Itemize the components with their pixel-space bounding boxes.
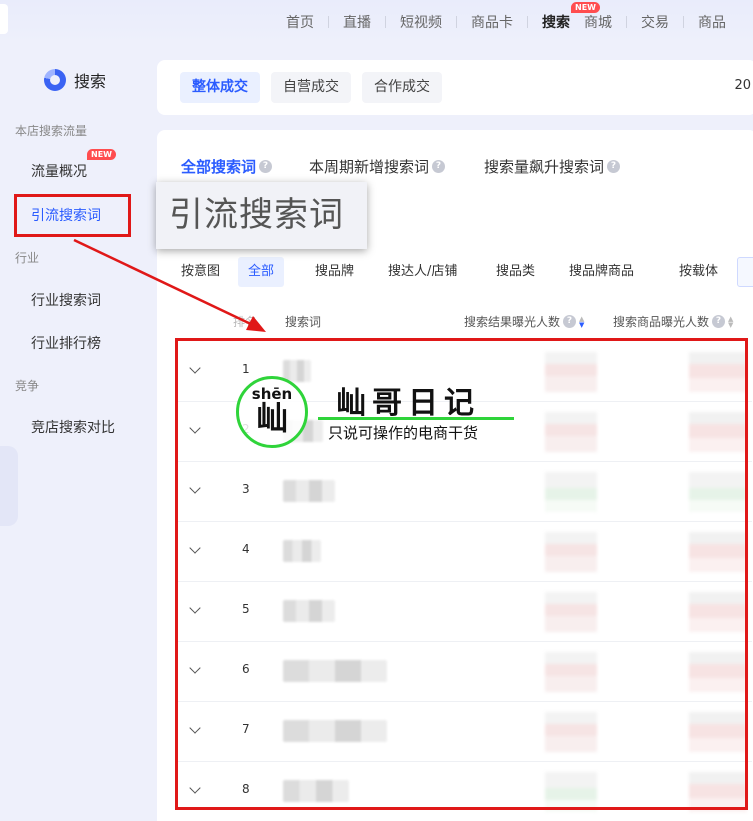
nav-item-search-label: 搜索 — [542, 15, 570, 31]
nav-menu: 首页 直播 短视频 商品卡 搜索 NEW 商城 交易 商品 — [272, 2, 740, 32]
sidebar-item-competitor-compare[interactable]: 竞店搜索对比 — [31, 417, 115, 437]
nav-item-product-card[interactable]: 商品卡 — [457, 12, 527, 32]
sidebar-item-label: 流量概况 — [31, 164, 87, 180]
filter-brand-goods[interactable]: 搜品牌商品 — [559, 257, 644, 287]
help-icon[interactable]: ? — [563, 315, 577, 328]
sidebar-group-store-search: 本店搜索流量 — [15, 124, 88, 138]
nav-item-trade[interactable]: 交易 — [627, 12, 683, 32]
tab-label: 搜索量飙升搜索词 — [484, 158, 605, 176]
column-header-goods-exposure[interactable]: 搜索商品曝光人数 ? ▲ ▼ — [613, 313, 733, 330]
nav-item-goods[interactable]: 商品 — [684, 12, 740, 32]
new-badge: NEW — [87, 149, 116, 160]
search-logo-icon — [44, 69, 66, 91]
column-header-label: 搜索商品曝光人数 — [613, 315, 710, 329]
nav-item-short-video[interactable]: 短视频 — [386, 12, 456, 32]
help-icon[interactable]: ? — [259, 160, 273, 173]
sidebar-group-competition: 竞争 — [15, 379, 40, 393]
filter-brand[interactable]: 搜品牌 — [305, 257, 364, 287]
zoom-callout: 引流搜索词 — [156, 182, 367, 249]
nav-item-home[interactable]: 首页 — [272, 12, 328, 32]
nav-item-live[interactable]: 直播 — [329, 12, 385, 32]
help-icon[interactable]: ? — [432, 160, 446, 173]
deal-type-tabs: 整体成交 自营成交 合作成交 20 — [157, 60, 753, 115]
tab-cooperation-deal[interactable]: 合作成交 — [362, 72, 442, 103]
nav-item-search[interactable]: 搜索 NEW — [528, 2, 600, 32]
tab-new-keywords[interactable]: 本周期新增搜索词 ? — [309, 156, 446, 177]
sidebar: 搜索 本店搜索流量 流量概况 NEW 引流搜索词 行业 行业搜索词 行业排行榜 … — [0, 44, 150, 821]
sort-icon[interactable]: ▲ ▼ — [579, 315, 584, 328]
sort-icon[interactable]: ▲ ▼ — [728, 315, 733, 328]
watermark-underline — [318, 417, 514, 420]
date-range-text[interactable]: 20 — [734, 78, 751, 93]
nav-item-mall[interactable]: 商城 — [584, 12, 626, 32]
column-header-keyword: 搜索词 — [285, 315, 322, 329]
sidebar-item-traffic-overview[interactable]: 流量概况 NEW — [31, 149, 116, 181]
filter-label-carrier: 按载体 — [679, 264, 719, 279]
tab-self-operated-deal[interactable]: 自营成交 — [271, 72, 351, 103]
tab-label: 全部搜索词 — [181, 158, 257, 176]
column-header-result-exposure[interactable]: 搜索结果曝光人数 ? ▲ ▼ — [464, 313, 584, 330]
watermark-char: 屾 — [255, 399, 288, 437]
sidebar-brand[interactable]: 搜索 — [44, 68, 106, 92]
column-header-label: 搜索结果曝光人数 — [464, 315, 561, 329]
watermark-subtitle: 只说可操作的电商干货 — [328, 424, 479, 442]
brand-title: 搜索 — [74, 72, 107, 91]
tab-surging-keywords[interactable]: 搜索量飙升搜索词 ? — [484, 156, 621, 177]
watermark-logo: shēn 屾 — [236, 376, 308, 448]
tab-all-keywords[interactable]: 全部搜索词 ? — [181, 156, 273, 184]
tab-overall-deal[interactable]: 整体成交 — [180, 72, 260, 103]
tab-label: 本周期新增搜索词 — [309, 158, 430, 176]
top-left-card — [0, 4, 8, 34]
sidebar-item-industry-keywords[interactable]: 行业搜索词 — [31, 290, 101, 310]
filter-all[interactable]: 全部 — [238, 257, 285, 287]
watermark-title: 屾哥日记 — [336, 386, 480, 421]
carrier-filter-button[interactable] — [737, 257, 753, 287]
column-header-rank: 排名 — [233, 315, 258, 329]
sidebar-item-industry-ranking[interactable]: 行业排行榜 — [31, 333, 101, 353]
sidebar-collapse-handle[interactable] — [0, 446, 18, 526]
highlight-frame-sidebar — [14, 194, 131, 237]
filter-label-intent: 按意图 — [181, 264, 221, 279]
filter-creator-store[interactable]: 搜达人/店铺 — [378, 257, 467, 287]
sidebar-group-industry: 行业 — [15, 251, 40, 265]
top-navigation: 首页 直播 短视频 商品卡 搜索 NEW 商城 交易 商品 — [0, 0, 753, 44]
help-icon[interactable]: ? — [712, 315, 726, 328]
help-icon[interactable]: ? — [607, 160, 621, 173]
filter-category[interactable]: 搜品类 — [486, 257, 545, 287]
